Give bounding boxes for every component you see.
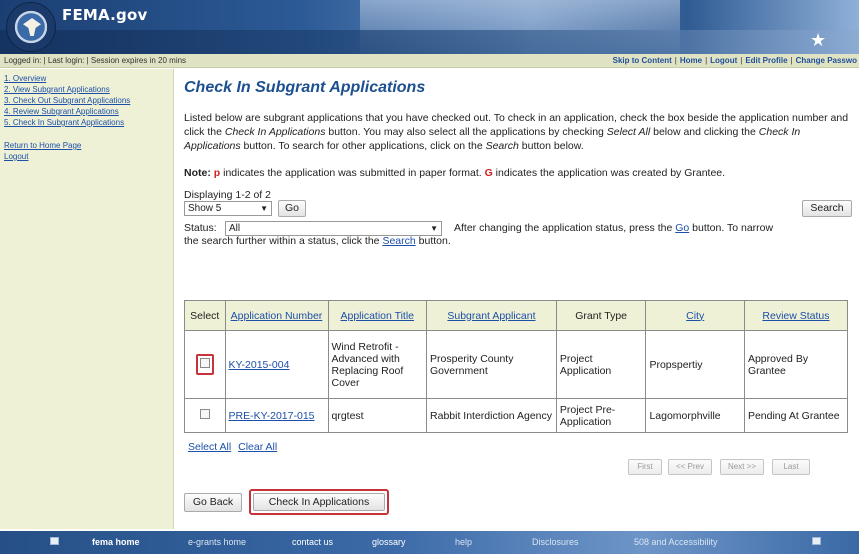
sidebar-item-check-out[interactable]: 3. Check Out Subgrant Applications [4, 95, 169, 106]
applicant-cell: Prosperity County Government [426, 330, 557, 399]
home-link[interactable]: Home [680, 56, 702, 65]
select-all-link[interactable]: Select All [188, 441, 231, 453]
search-button[interactable]: Search [802, 200, 852, 217]
select-cell [184, 330, 226, 399]
row-checkbox[interactable] [199, 409, 210, 419]
table-row: KY-2015-004 Wind Retrofit - Advanced wit… [184, 330, 849, 399]
footer-help[interactable]: help [455, 537, 472, 547]
site-footer: fema home e-grants home contact us gloss… [0, 531, 859, 554]
application-number-link[interactable]: PRE-KY-2017-015 [229, 410, 315, 422]
applications-table: Select Application Number Application Ti… [184, 300, 849, 433]
footer-contact-us[interactable]: contact us [292, 537, 333, 547]
footer-accessibility[interactable]: 508 and Accessibility [634, 537, 718, 547]
sidebar-item-check-in[interactable]: 5. Check In Subgrant Applications [4, 117, 169, 128]
last-page-button[interactable]: Last [772, 459, 810, 475]
note-text: Note: p indicates the application was su… [184, 167, 726, 179]
status-select[interactable]: All ▼ [225, 221, 442, 236]
intro-text: Listed below are subgrant applications t… [184, 112, 849, 152]
city-cell: Propspertiy [645, 330, 745, 399]
col-city[interactable]: City [645, 300, 745, 331]
site-header: FEMA.gov ★ [0, 0, 859, 54]
application-title-cell: qrgtest [327, 398, 428, 433]
sidebar-logout-link[interactable]: Logout [4, 151, 169, 162]
clear-all-link[interactable]: Clear All [238, 441, 277, 453]
check-in-highlight: Check In Applications [249, 489, 389, 515]
logout-link[interactable]: Logout [710, 56, 737, 65]
page-title: Check In Subgrant Applications [184, 79, 426, 96]
go-back-button[interactable]: Go Back [184, 493, 242, 512]
sidebar-item-view-applications[interactable]: 2. View Subgrant Applications [4, 84, 169, 95]
col-application-number[interactable]: Application Number [224, 300, 329, 331]
eagle-icon [23, 18, 41, 36]
footer-glossary[interactable]: glossary [372, 537, 406, 547]
sidebar-nav: 1. Overview 2. View Subgrant Application… [0, 69, 174, 529]
application-title-cell: Wind Retrofit - Advanced with Replacing … [327, 330, 428, 399]
go-button[interactable]: Go [278, 200, 306, 217]
utility-links: Skip to Content | Home | Logout | Edit Profile… [612, 56, 857, 65]
col-grant-type: Grant Type [555, 300, 647, 331]
footer-disclosures[interactable]: Disclosures [532, 537, 579, 547]
highlight-box [195, 354, 214, 375]
square-bullet-icon [50, 537, 59, 545]
session-info: Logged in: | Last login: | Session expir… [4, 56, 187, 65]
next-page-button[interactable]: Next >> [720, 459, 764, 475]
table-header-row: Select Application Number Application Ti… [184, 300, 849, 331]
footer-egrants-home[interactable]: e-grants home [188, 537, 246, 547]
col-application-title[interactable]: Application Title [327, 300, 428, 331]
chevron-down-icon: ▼ [430, 224, 438, 233]
col-review-status[interactable]: Review Status [743, 300, 849, 331]
col-subgrant-applicant[interactable]: Subgrant Applicant [426, 300, 557, 331]
main-content: Check In Subgrant Applications Listed be… [184, 69, 852, 247]
city-cell: Lagomorphville [645, 398, 745, 433]
footer-fema-home[interactable]: fema home [92, 537, 140, 547]
site-brand[interactable]: FEMA.gov [62, 6, 147, 24]
status-hint: After changing the application status, p… [454, 222, 774, 234]
flag-star-icon: ★ [810, 30, 827, 50]
sidebar-item-overview[interactable]: 1. Overview [4, 73, 169, 84]
chevron-down-icon: ▼ [260, 204, 268, 213]
row-checkbox[interactable] [199, 358, 210, 368]
table-row: PRE-KY-2017-015 qrgtest Rabbit Interdict… [184, 398, 849, 433]
col-select: Select [184, 300, 226, 331]
skip-to-content-link[interactable]: Skip to Content [613, 56, 672, 65]
application-number-link[interactable]: KY-2015-004 [229, 359, 290, 371]
status-label: Status: [184, 222, 217, 234]
review-status-cell: Approved By Grantee [743, 330, 849, 399]
grant-type-cell: Project Pre-Application [555, 398, 647, 433]
grant-type-cell: Project Application [555, 330, 647, 399]
sidebar-item-review[interactable]: 4. Review Subgrant Applications [4, 106, 169, 117]
prev-page-button[interactable]: << Prev [668, 459, 712, 475]
return-home-link[interactable]: Return to Home Page [4, 140, 169, 151]
first-page-button[interactable]: First [628, 459, 662, 475]
go-link[interactable]: Go [675, 222, 689, 234]
square-bullet-icon [812, 537, 821, 545]
application-number-cell: PRE-KY-2017-015 [224, 398, 329, 433]
edit-profile-link[interactable]: Edit Profile [745, 56, 787, 65]
dhs-seal-logo[interactable] [6, 2, 56, 52]
bulk-select-links: Select All Clear All [188, 441, 281, 453]
page-size-select[interactable]: Show 5 ▼ [184, 201, 272, 216]
applicant-cell: Rabbit Interdiction Agency [426, 398, 557, 433]
change-password-link[interactable]: Change Passwo [796, 56, 857, 65]
application-number-cell: KY-2015-004 [224, 330, 329, 399]
check-in-applications-button[interactable]: Check In Applications [253, 493, 385, 511]
header-band [0, 30, 859, 54]
review-status-cell: Pending At Grantee [743, 398, 849, 433]
select-cell [184, 398, 226, 433]
session-status-bar: Logged in: | Last login: | Session expir… [0, 54, 859, 68]
